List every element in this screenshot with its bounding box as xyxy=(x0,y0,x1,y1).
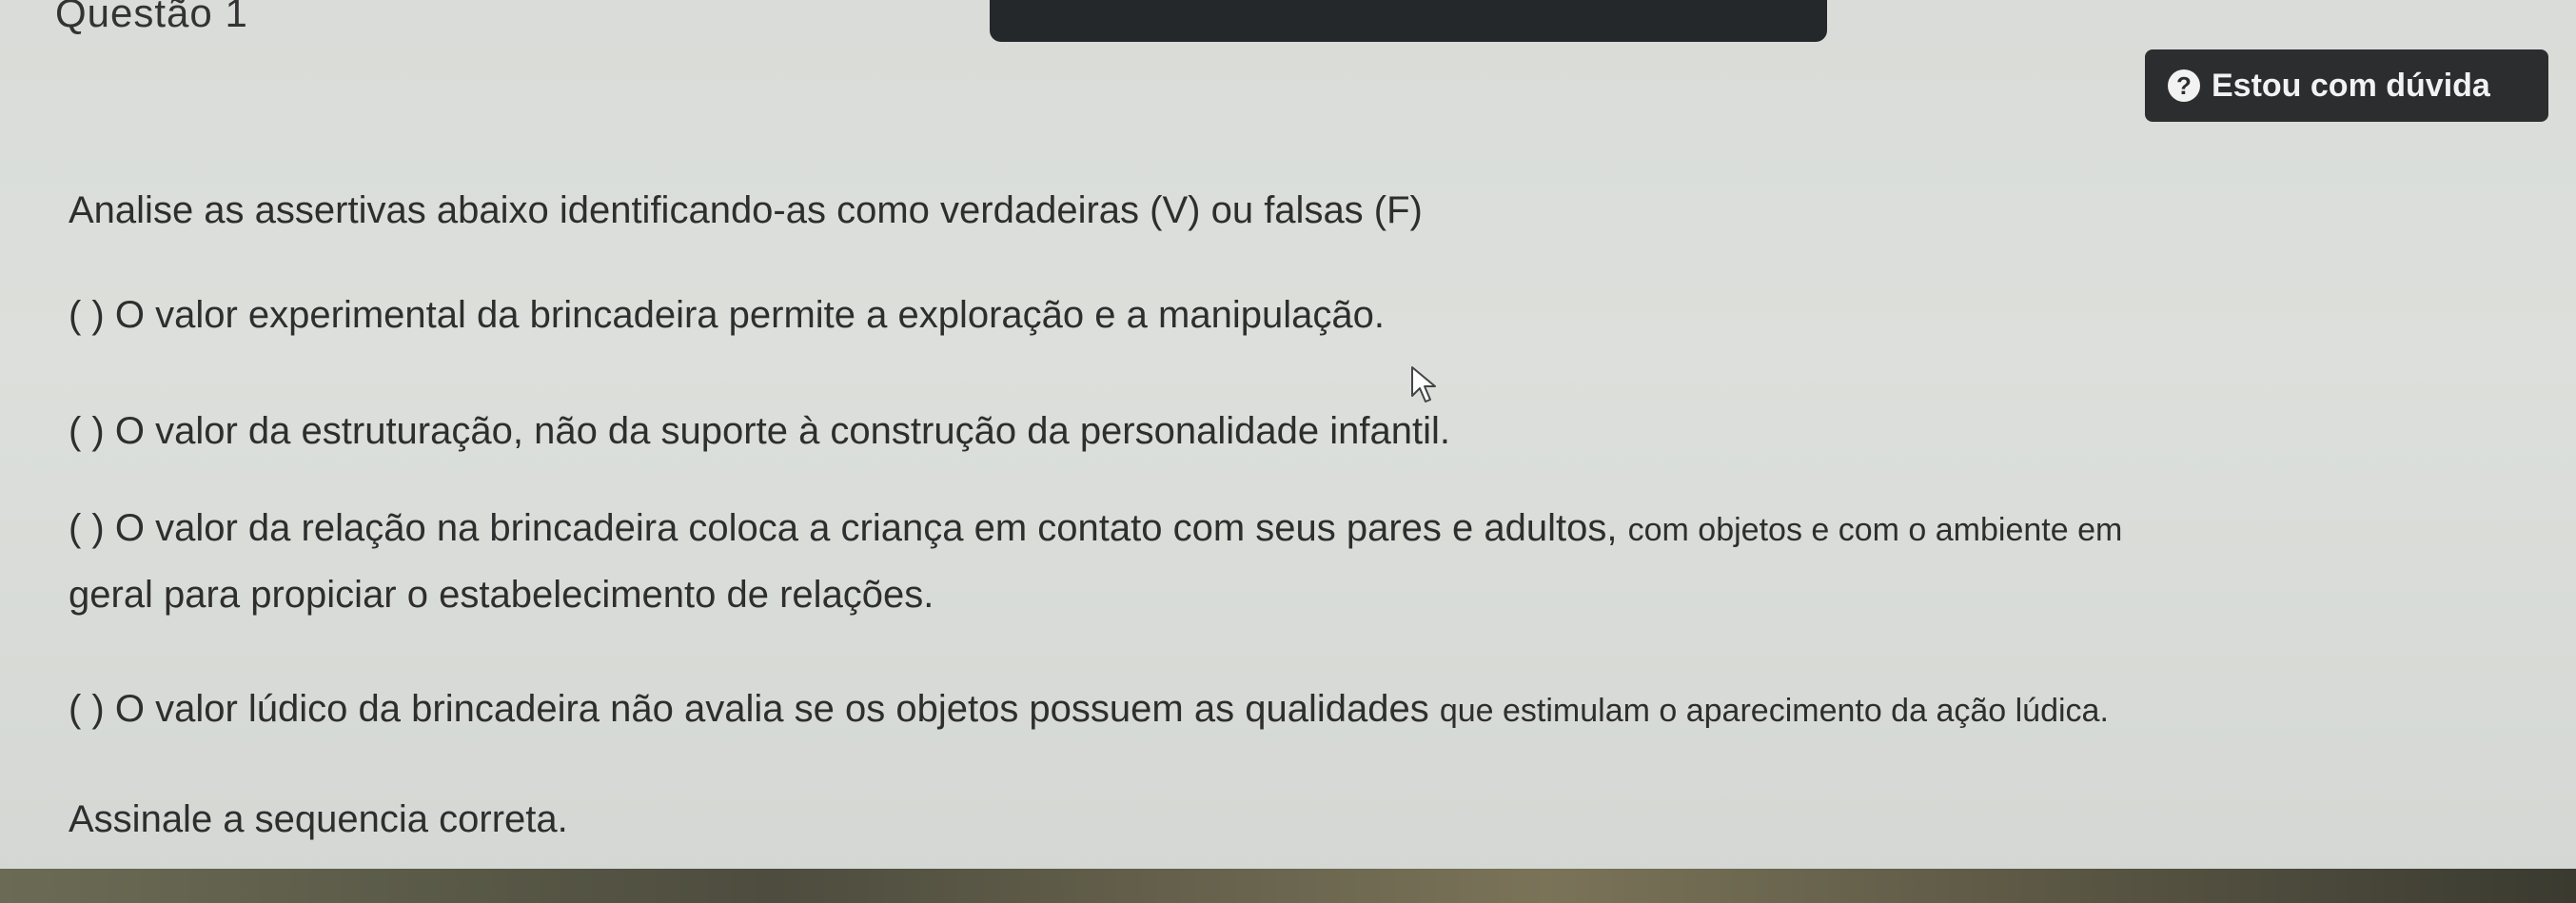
statement-1: ( ) O valor experimental da brincadeira … xyxy=(69,291,1385,339)
statement-3-line-1: ( ) O valor da relação na brincadeira co… xyxy=(69,504,2122,552)
question-instruction: Assinale a sequencia correta. xyxy=(69,798,568,840)
help-button-label: Estou com dúvida xyxy=(2212,67,2490,104)
statement-3: ( ) O valor da relação na brincadeira co… xyxy=(69,504,2122,618)
top-bar xyxy=(990,0,1827,42)
statement-4-text-main: ( ) O valor lúdico da brincadeira não av… xyxy=(69,688,1440,730)
help-button[interactable]: ? Estou com dúvida xyxy=(2145,49,2548,122)
statement-3-text-main: ( ) O valor da relação na brincadeira co… xyxy=(69,507,1628,549)
mouse-cursor-icon xyxy=(1411,366,1436,402)
question-title: Questão 1 xyxy=(55,0,248,35)
statement-1-text: ( ) O valor experimental da brincadeira … xyxy=(69,294,1385,336)
statement-4-text-small: que estimulam o aparecimento da ação lúd… xyxy=(1439,693,2109,729)
bottom-background-strip xyxy=(0,869,2576,903)
statement-4: ( ) O valor lúdico da brincadeira não av… xyxy=(69,685,2109,733)
question-prompt: Analise as assertivas abaixo identifican… xyxy=(69,189,1423,231)
statement-2-text: ( ) O valor da estruturação, não da supo… xyxy=(69,410,1450,452)
question-circle-icon: ? xyxy=(2168,69,2200,102)
statement-3-line-2: geral para propiciar o estabelecimento d… xyxy=(69,574,934,616)
statement-3-text-small: com objetos e com o ambiente em xyxy=(1627,512,2123,548)
statement-4-line-1: ( ) O valor lúdico da brincadeira não av… xyxy=(69,685,2109,733)
statement-2: ( ) O valor da estruturação, não da supo… xyxy=(69,407,1450,455)
